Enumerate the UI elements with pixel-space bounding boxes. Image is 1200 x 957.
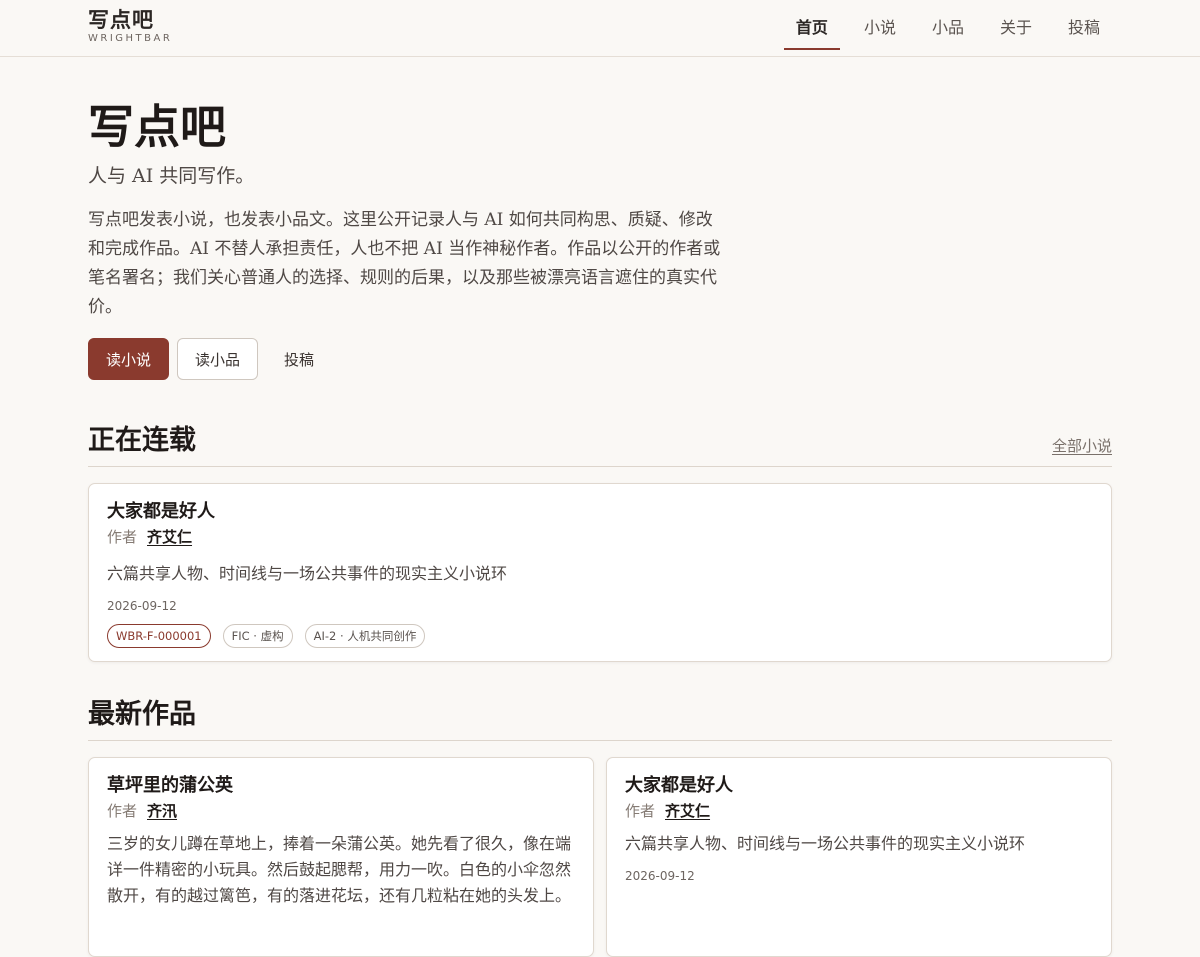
- work-description: 六篇共享人物、时间线与一场公共事件的现实主义小说环: [107, 564, 508, 583]
- main-nav: 首页 小说 小品 关于 投稿: [772, 0, 1112, 56]
- author-label: 作者: [625, 802, 656, 820]
- brand-logo[interactable]: 写点吧 WRIGHTBAR: [88, 7, 172, 45]
- tag-list: WBR-F-000001 FIC · 虚构 AI-2 · 人机共同创作: [107, 624, 1093, 648]
- site-header: 写点吧 WRIGHTBAR 首页 小说 小品 关于 投稿: [0, 0, 1200, 57]
- author-label: 作者: [107, 802, 138, 820]
- author-link[interactable]: 齐艾仁: [665, 802, 710, 820]
- work-card[interactable]: 草坪里的蒲公英 作者 齐汛 三岁的女儿蹲在草地上，捧着一朵蒲公英。她先看了很久，像…: [88, 757, 594, 957]
- genre-tag: FIC · 虚构: [222, 624, 293, 648]
- work-id-tag: WBR-F-000001: [107, 624, 211, 648]
- section-title: 最新作品: [88, 699, 196, 730]
- section-title: 正在连载: [88, 425, 196, 456]
- ai-level-tag: AI-2 · 人机共同创作: [304, 624, 426, 648]
- byline: 作者 齐艾仁: [625, 801, 1093, 821]
- author-link[interactable]: 齐艾仁: [147, 528, 192, 546]
- hero-description: 写点吧发表小说，也发表小品文。这里公开记录人与 AI 如何共同构思、质疑、修改和…: [88, 210, 721, 317]
- work-card[interactable]: 大家都是好人 作者 齐艾仁 六篇共享人物、时间线与一场公共事件的现实主义小说环 2…: [606, 757, 1112, 957]
- work-title[interactable]: 大家都是好人: [625, 774, 1093, 798]
- latest-section: 最新作品 草坪里的蒲公英 作者 齐汛 三岁的女儿蹲在草地上，捧着一朵蒲公英。她先看…: [88, 698, 1112, 957]
- nav-item-about[interactable]: 关于: [988, 0, 1044, 56]
- hero-subtitle: 人与 AI 共同写作。: [88, 165, 255, 187]
- brand-name: 写点吧: [88, 7, 154, 32]
- read-essays-button[interactable]: 读小品: [177, 338, 259, 380]
- work-title[interactable]: 大家都是好人: [107, 500, 1093, 524]
- section-header: 最新作品: [88, 698, 1112, 741]
- nav-item-essays[interactable]: 小品: [920, 0, 976, 56]
- author-label: 作者: [107, 528, 138, 546]
- nav-item-novels[interactable]: 小说: [852, 0, 908, 56]
- page-title: 写点吧: [88, 100, 226, 154]
- submit-button[interactable]: 投稿: [266, 338, 332, 380]
- work-date: 2026-09-12: [107, 599, 177, 613]
- all-novels-link[interactable]: 全部小说: [1052, 435, 1112, 456]
- read-novels-button[interactable]: 读小说: [88, 338, 170, 380]
- byline: 作者 齐艾仁: [107, 527, 1093, 547]
- hero-actions: 读小说 读小品 投稿: [88, 338, 1112, 380]
- featured-work-card[interactable]: 大家都是好人 作者 齐艾仁 六篇共享人物、时间线与一场公共事件的现实主义小说环 2…: [88, 483, 1112, 662]
- author-link[interactable]: 齐汛: [147, 802, 177, 820]
- hero: 写点吧 人与 AI 共同写作。 写点吧发表小说，也发表小品文。这里公开记录人与 …: [88, 99, 1112, 380]
- brand-subtitle: WRIGHTBAR: [88, 33, 173, 44]
- section-header: 正在连载 全部小说: [88, 424, 1112, 467]
- byline: 作者 齐汛: [107, 801, 575, 821]
- nav-item-home[interactable]: 首页: [783, 0, 840, 56]
- main-content: 写点吧 人与 AI 共同写作。 写点吧发表小说，也发表小品文。这里公开记录人与 …: [88, 99, 1112, 957]
- work-description: 六篇共享人物、时间线与一场公共事件的现实主义小说环: [625, 834, 1026, 853]
- nav-item-submit[interactable]: 投稿: [1056, 0, 1112, 56]
- work-date: 2026-09-12: [625, 869, 695, 883]
- serializing-section: 正在连载 全部小说 大家都是好人 作者 齐艾仁 六篇共享人物、时间线与一场公共事件…: [88, 424, 1112, 662]
- works-grid: 草坪里的蒲公英 作者 齐汛 三岁的女儿蹲在草地上，捧着一朵蒲公英。她先看了很久，像…: [88, 757, 1112, 957]
- work-title[interactable]: 草坪里的蒲公英: [107, 774, 575, 798]
- work-excerpt: 三岁的女儿蹲在草地上，捧着一朵蒲公英。她先看了很久，像在端详一件精密的小玩具。然…: [107, 834, 572, 905]
